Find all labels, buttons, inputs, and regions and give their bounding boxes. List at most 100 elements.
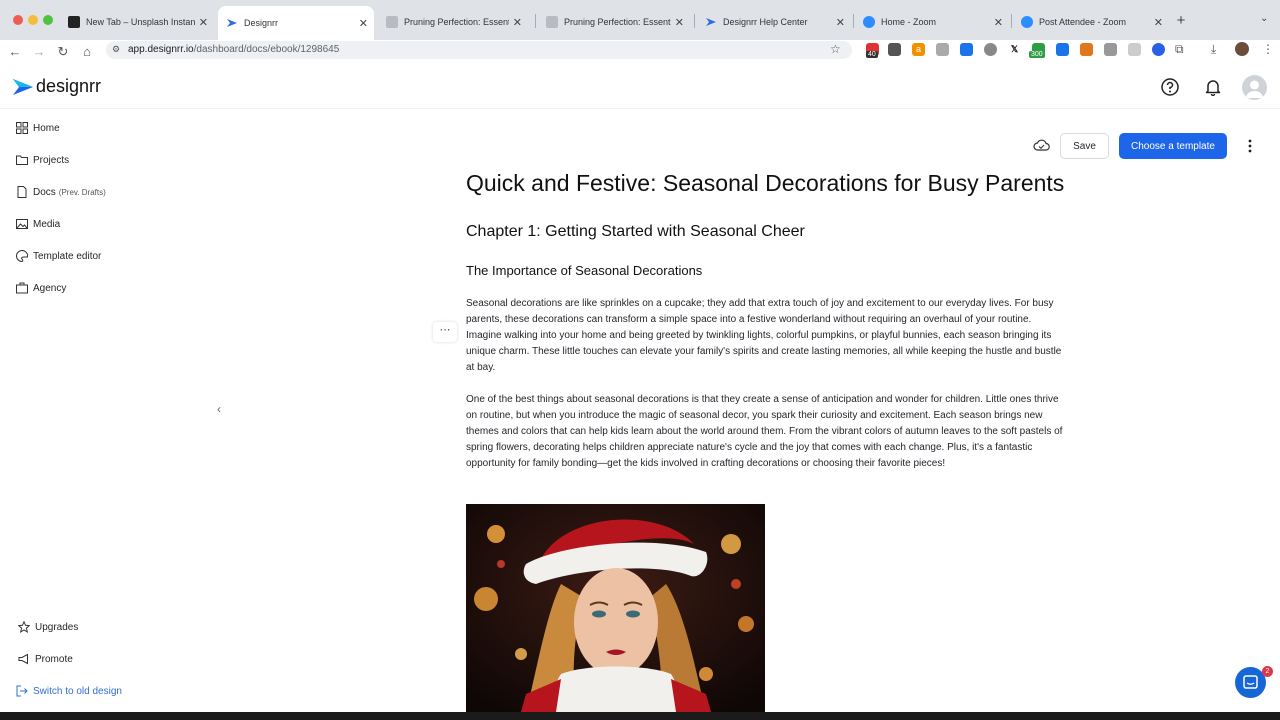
tab-title: Post Attendee - Zoom — [1039, 17, 1127, 27]
url-path: /dashboard/docs/ebook/1298645 — [193, 44, 340, 55]
close-tab-icon[interactable]: ✕ — [199, 16, 208, 29]
browser-tab-active[interactable]: Designrr ✕ — [218, 6, 374, 40]
designrr-logo-icon[interactable] — [13, 79, 33, 95]
star-icon — [18, 621, 30, 633]
sidebar-item-label: Projects — [33, 154, 70, 166]
section-heading[interactable]: The Importance of Seasonal Decorations — [466, 263, 702, 278]
user-avatar[interactable] — [1242, 75, 1267, 100]
help-icon[interactable] — [1161, 78, 1179, 96]
page-icon — [546, 16, 558, 28]
x-icon[interactable]: 𝕏 — [1008, 43, 1021, 56]
extension-badge: 300 — [1029, 51, 1045, 58]
minimize-window-button[interactable] — [28, 15, 38, 25]
folder-icon — [16, 155, 28, 165]
tab-title: Pruning Perfection: Essential — [564, 17, 671, 27]
unsplash-icon — [68, 16, 80, 28]
close-tab-icon[interactable]: ✕ — [836, 16, 845, 29]
tab-separator — [535, 14, 536, 28]
maximize-window-button[interactable] — [43, 15, 53, 25]
file-icon — [17, 186, 27, 198]
block-options-handle-icon[interactable]: ⋯ — [433, 322, 457, 342]
collapse-sidebar-chevron-icon[interactable]: ‹ — [217, 402, 221, 416]
extension-icon[interactable] — [1128, 43, 1141, 56]
forward-arrow-icon[interactable]: → — [31, 44, 47, 60]
browser-menu-icon[interactable]: ⋮ — [1262, 42, 1274, 56]
sidebar-item-label: Agency — [33, 282, 67, 294]
sidebar-item-projects[interactable]: Projects — [16, 151, 69, 169]
sidebar-item-label: Media — [33, 218, 61, 230]
globe-icon[interactable] — [984, 43, 997, 56]
tab-title: New Tab – Unsplash Instant — [86, 17, 195, 27]
tab-search-icon[interactable]: ⌄ — [1260, 13, 1268, 24]
zoom-icon — [863, 16, 875, 28]
metamask-icon[interactable] — [1080, 43, 1093, 56]
new-tab-button[interactable]: + — [1173, 13, 1189, 29]
tab-title: Home - Zoom — [881, 17, 937, 27]
home-icon[interactable]: ⌂ — [79, 44, 95, 60]
close-tab-icon[interactable]: ✕ — [359, 17, 368, 30]
puzzle-extensions-icon[interactable]: ⧉ — [1175, 42, 1184, 57]
cloud-sync-icon[interactable] — [1033, 138, 1050, 152]
santa-woman-photo[interactable] — [466, 504, 765, 712]
page-icon — [386, 16, 398, 28]
close-tab-icon[interactable]: ✕ — [1154, 16, 1163, 29]
browser-tab[interactable]: Pruning Perfection: Essential ✕ — [378, 8, 528, 36]
sidebar-item-agency[interactable]: Agency — [16, 279, 66, 297]
extension-icon[interactable] — [1152, 43, 1165, 56]
more-options-icon[interactable] — [1244, 137, 1256, 155]
switch-old-design-link[interactable]: Switch to old design — [16, 682, 122, 700]
extension-icon[interactable] — [1056, 43, 1069, 56]
browser-tab[interactable]: Post Attendee - Zoom ✕ — [1013, 8, 1169, 36]
bookmark-star-icon[interactable]: ☆ — [830, 42, 841, 56]
extension-badge: 40 — [866, 51, 878, 58]
close-tab-icon[interactable]: ✕ — [675, 16, 684, 29]
briefcase-icon — [16, 282, 28, 294]
paragraph[interactable]: Seasonal decorations are like sprinkles … — [466, 296, 1066, 376]
url-text[interactable]: app.designrr.io/dashboard/docs/ebook/129… — [128, 44, 339, 55]
sidebar-item-label: Template editor — [33, 250, 102, 262]
save-button-label: Save — [1073, 140, 1096, 152]
document-title[interactable]: Quick and Festive: Seasonal Decorations … — [466, 170, 1064, 197]
code-icon[interactable] — [936, 43, 949, 56]
grid-icon — [16, 122, 28, 134]
profile-avatar[interactable] — [1235, 42, 1249, 56]
close-window-button[interactable] — [13, 15, 23, 25]
browser-tab[interactable]: New Tab – Unsplash Instant ✕ — [60, 8, 214, 36]
extension-icon[interactable] — [888, 43, 901, 56]
tab-separator — [1011, 14, 1012, 28]
sidebar-item-docs[interactable]: Docs (Prev. Drafts) — [16, 183, 106, 201]
paragraph[interactable]: One of the best things about seasonal de… — [466, 392, 1066, 472]
browser-tab[interactable]: Pruning Perfection: Essential ✕ — [538, 8, 690, 36]
sidebar-item-promote[interactable]: Promote — [18, 650, 73, 668]
logo-text[interactable]: designrr — [36, 76, 101, 97]
zoom-icon — [1021, 16, 1033, 28]
camera-icon[interactable] — [1104, 43, 1117, 56]
tab-title: Designrr Help Center — [723, 17, 808, 27]
sidebar-item-template-editor[interactable]: Template editor — [16, 247, 101, 265]
browser-tab[interactable]: Designrr Help Center ✕ — [697, 8, 851, 36]
site-info-icon[interactable]: ⚙ — [112, 44, 120, 55]
download-icon[interactable]: ⤓ — [1211, 42, 1216, 57]
tab-title: Designrr — [244, 18, 279, 28]
choose-template-button[interactable]: Choose a template — [1119, 133, 1227, 159]
amazon-icon[interactable]: a — [912, 43, 925, 56]
save-button[interactable]: Save — [1060, 133, 1109, 159]
switch-icon — [16, 685, 28, 697]
sidebar-item-home[interactable]: Home — [16, 119, 60, 137]
sidebar-item-label: Switch to old design — [33, 685, 122, 697]
reload-icon[interactable]: ↻ — [55, 44, 71, 60]
sidebar-item-media[interactable]: Media — [16, 215, 60, 233]
header-divider — [0, 108, 1280, 109]
choose-template-label: Choose a template — [1131, 140, 1215, 152]
sidebar-item-upgrades[interactable]: Upgrades — [18, 618, 78, 636]
notification-bell-icon[interactable] — [1204, 78, 1222, 96]
chapter-heading[interactable]: Chapter 1: Getting Started with Seasonal… — [466, 223, 805, 241]
designrr-icon — [227, 19, 237, 27]
browser-tab[interactable]: Home - Zoom ✕ — [855, 8, 1009, 36]
extension-icon[interactable] — [960, 43, 973, 56]
photo-illustration — [466, 504, 765, 712]
back-arrow-icon[interactable]: ← — [7, 44, 23, 60]
sidebar-item-sublabel: (Prev. Drafts) — [58, 187, 106, 197]
close-tab-icon[interactable]: ✕ — [513, 16, 522, 29]
close-tab-icon[interactable]: ✕ — [994, 16, 1003, 29]
